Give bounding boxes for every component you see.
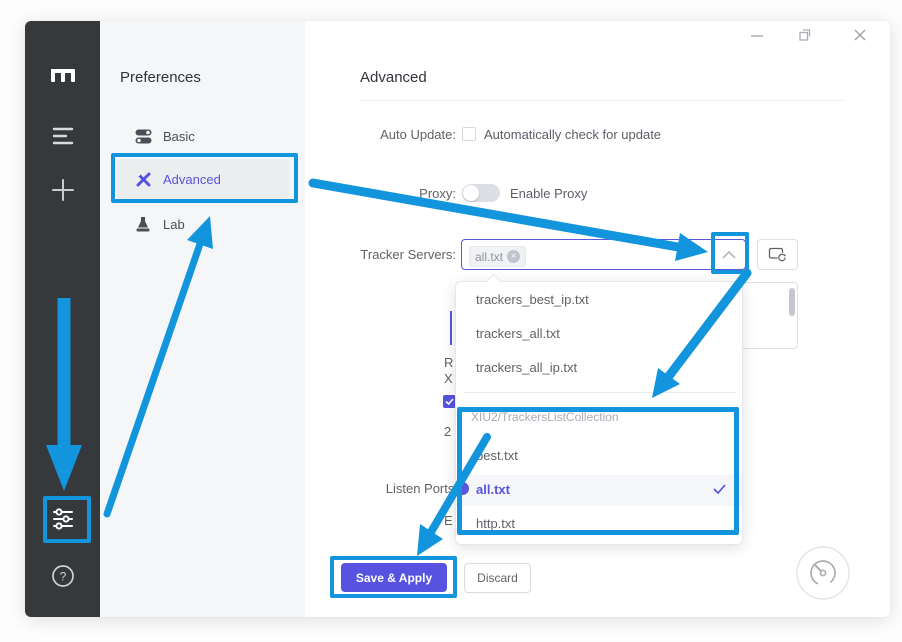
proxy-label: Proxy: — [330, 186, 456, 201]
tracker-servers-select[interactable]: all.txt × — [461, 239, 746, 270]
tag-close-icon[interactable]: × — [507, 250, 520, 263]
annotation-box-settings — [43, 496, 91, 543]
minimize-button[interactable] — [748, 27, 766, 43]
speed-gauge-button[interactable] — [794, 544, 852, 607]
sidebar-item-lab[interactable]: Lab — [117, 204, 289, 244]
tracker-servers-label: Tracker Servers: — [330, 247, 456, 262]
toggle-knob — [463, 185, 479, 201]
hidden-text-fragment: E — [444, 513, 453, 528]
listen-ports-label: Listen Ports: — [330, 481, 458, 496]
dropdown-option[interactable]: trackers_all.txt — [476, 326, 560, 341]
auto-update-checkbox-label[interactable]: Automatically check for update — [484, 127, 661, 142]
hidden-text-fragment: 2 — [444, 424, 451, 439]
help-icon[interactable]: ? — [25, 562, 100, 590]
auto-update-checkbox[interactable] — [462, 127, 476, 141]
auto-update-label: Auto Update: — [330, 127, 456, 142]
annotation-box-group — [457, 407, 739, 535]
close-button[interactable] — [851, 26, 869, 44]
add-task-icon[interactable] — [25, 178, 100, 202]
selected-tag: all.txt × — [469, 246, 526, 267]
sidebar-item-label: Lab — [163, 217, 185, 232]
page-title: Advanced — [360, 69, 427, 86]
minimize-icon — [748, 27, 766, 43]
discard-button[interactable]: Discard — [464, 563, 531, 593]
restore-icon — [796, 26, 814, 44]
proxy-toggle[interactable] — [462, 184, 500, 202]
flask-icon — [135, 216, 152, 233]
sidebar-item-basic[interactable]: Basic — [117, 116, 289, 156]
hidden-text-fragment: X — [444, 371, 453, 386]
preferences-title: Preferences — [120, 69, 201, 86]
annotation-box-save — [330, 556, 457, 598]
annotation-box-chevron — [711, 232, 749, 274]
divider — [360, 100, 843, 101]
task-list-icon[interactable] — [25, 124, 100, 148]
textarea-focus-border-fragment — [450, 311, 452, 345]
dropdown-divider — [464, 392, 736, 393]
toggles-icon — [135, 128, 152, 145]
sync-trackers-button[interactable] — [757, 239, 798, 270]
proxy-toggle-label: Enable Proxy — [510, 186, 587, 201]
preferences-panel — [100, 21, 305, 617]
textarea-scrollbar-thumb[interactable] — [789, 288, 795, 316]
restore-button[interactable] — [796, 26, 814, 44]
sidebar-item-label: Basic — [163, 129, 195, 144]
hidden-text-fragment: R — [444, 355, 453, 370]
svg-text:?: ? — [59, 570, 66, 584]
dropdown-option[interactable]: trackers_all_ip.txt — [476, 360, 577, 375]
motrix-logo — [25, 61, 100, 89]
annotation-box-advanced — [111, 153, 298, 203]
tag-label: all.txt — [475, 250, 503, 264]
gauge-icon — [794, 544, 852, 602]
close-icon — [851, 26, 869, 44]
dropdown-option[interactable]: trackers_best_ip.txt — [476, 292, 589, 307]
sync-icon — [768, 246, 787, 263]
